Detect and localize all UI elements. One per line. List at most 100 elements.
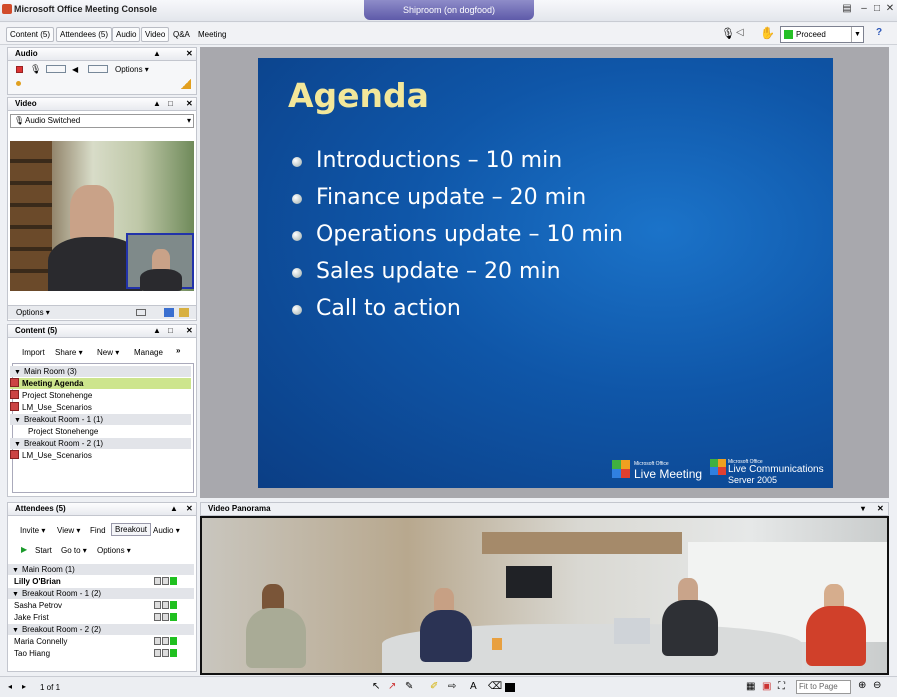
audio-options-label: Options — [115, 65, 143, 74]
collapse-icon[interactable]: ▲ — [170, 503, 178, 515]
microphone-icon[interactable]: 🎙 — [721, 27, 735, 40]
close-icon[interactable]: ✕ — [186, 98, 193, 110]
tab-audio[interactable]: Audio — [112, 27, 141, 42]
close-icon[interactable]: ✕ — [883, 2, 897, 16]
minimize-icon[interactable]: – — [857, 2, 871, 16]
collapse-icon[interactable]: ▲ — [153, 325, 161, 337]
attendee-room-group[interactable]: ▼ Breakout Room - 1 (2) — [8, 588, 194, 599]
video-options-button[interactable]: Options ▾ — [16, 308, 50, 317]
content-room-group[interactable]: ▼ Breakout Room - 1 (1) — [10, 414, 191, 425]
attendee-row[interactable]: Jake Frist — [14, 612, 194, 623]
laser-pointer-icon[interactable]: ↗ — [388, 681, 396, 692]
share-button[interactable]: Share ▾ — [55, 348, 83, 357]
attendees-panel-title: Attendees (5) — [15, 504, 66, 513]
new-button[interactable]: New ▾ — [97, 348, 119, 357]
content-item[interactable]: Meeting Agenda — [10, 378, 191, 389]
view-button[interactable]: View ▾ — [57, 526, 80, 535]
attendee-row[interactable]: Sasha Petrov — [14, 600, 194, 611]
start-button[interactable]: Start — [35, 546, 52, 555]
content-item[interactable]: Project Stonehenge — [10, 426, 191, 437]
manage-button[interactable]: Manage — [134, 348, 163, 357]
attendee-row[interactable]: Maria Connelly — [14, 636, 194, 647]
collapse-icon[interactable]: ▲ — [153, 48, 161, 60]
color-picker-icon[interactable] — [505, 683, 515, 692]
attendee-room-group[interactable]: ▼ Breakout Room - 2 (2) — [8, 624, 194, 635]
pen-tool-icon[interactable]: ✎ — [405, 681, 413, 692]
chevron-down-icon[interactable]: ▾ — [861, 503, 865, 515]
pointer-tool-icon[interactable]: ↖ — [372, 681, 380, 692]
layout-icon[interactable] — [164, 308, 174, 317]
highlighter-icon[interactable]: ✐ — [430, 681, 438, 692]
breakout-button[interactable]: Breakout — [111, 523, 152, 536]
collapse-icon[interactable]: ▲ — [153, 98, 161, 110]
fullscreen-icon[interactable]: ⛶ — [778, 681, 785, 692]
record-icon[interactable] — [16, 66, 23, 73]
keyboard-icon[interactable] — [136, 309, 146, 316]
maximize-icon[interactable]: □ — [870, 2, 884, 16]
status-bar: ◂ ▸ 1 of 1 ↖ ↗ ✎ ✐ ⇨ A ⌫ ▦ ▣ ⛶ Fit to Pa… — [0, 676, 897, 697]
prev-page-icon[interactable]: ◂ — [8, 682, 12, 691]
goto-button[interactable]: Go to ▾ — [61, 546, 87, 555]
window-menu-icon[interactable]: ▤ — [840, 2, 854, 16]
undock-icon[interactable]: □ — [168, 98, 173, 110]
annotations-icon[interactable]: ▣ — [762, 681, 771, 692]
expand-icon: ▼ — [12, 567, 19, 574]
content-room-group[interactable]: ▼ Breakout Room - 2 (1) — [10, 438, 191, 449]
next-page-icon[interactable]: ▸ — [22, 682, 26, 691]
tab-content[interactable]: Content (5) — [6, 27, 55, 42]
tab-qa[interactable]: Q&A — [169, 27, 194, 42]
tab-video[interactable]: Video — [141, 27, 170, 42]
content-room-group[interactable]: ▼ Main Room (3) — [10, 366, 191, 377]
video-mode-select[interactable]: 🎙 Audio Switched ▾ — [10, 114, 194, 128]
close-icon[interactable]: ✕ — [186, 325, 193, 337]
person-body — [806, 606, 866, 666]
eraser-icon[interactable]: ⌫ — [488, 681, 502, 692]
office-logo-icon — [612, 460, 630, 478]
attendee-room-group[interactable]: ▼ Main Room (1) — [8, 564, 194, 575]
content-item[interactable]: LM_Use_Scenarios — [10, 402, 191, 413]
attendee-options-button[interactable]: Options ▾ — [97, 546, 131, 555]
play-icon[interactable]: ▶ — [21, 545, 27, 554]
invite-label: Invite — [20, 526, 40, 535]
app-icon — [2, 4, 12, 14]
invite-button[interactable]: Invite ▾ — [20, 526, 45, 535]
tab-meeting[interactable]: Meeting — [194, 27, 230, 42]
close-icon[interactable]: ✕ — [186, 503, 193, 515]
chevron-down-icon[interactable]: ▼ — [851, 27, 863, 42]
content-panel-header: Content (5) ▲ □ ✕ — [7, 324, 197, 338]
find-button[interactable]: Find — [90, 526, 106, 535]
meeting-name-banner: Shiproom (on dogfood) — [364, 0, 534, 20]
more-icon[interactable]: » — [176, 346, 180, 355]
status-select[interactable]: Proceed ▼ — [780, 26, 864, 43]
raise-hand-icon[interactable]: ✋ — [760, 26, 775, 40]
text-tool-icon[interactable]: A — [470, 681, 477, 692]
attendee-status-icon — [154, 577, 178, 586]
zoom-out-icon[interactable]: ⊖ — [873, 680, 881, 691]
content-item[interactable]: Project Stonehenge — [10, 390, 191, 401]
mic-icon[interactable]: 🎙 — [30, 64, 41, 75]
goto-label: Go to — [61, 546, 81, 555]
speaker-icon[interactable]: ◁ — [736, 27, 744, 38]
arrow-tool-icon[interactable]: ⇨ — [448, 681, 456, 692]
close-icon[interactable]: ✕ — [877, 503, 884, 515]
people-icon[interactable] — [179, 308, 189, 317]
chevron-down-icon: ▾ — [186, 116, 191, 125]
attendees-audio-button[interactable]: Audio ▾ — [153, 526, 180, 535]
zoom-in-icon[interactable]: ⊕ — [858, 680, 866, 691]
presentation-icon — [10, 402, 19, 411]
speaker-icon[interactable]: ◀ — [72, 65, 78, 74]
zoom-select[interactable]: Fit to Page — [796, 680, 851, 694]
attendee-row[interactable]: Tao Hiang — [14, 648, 194, 659]
audio-panel: 🎙 ◀ Options ▾ — [7, 61, 197, 95]
bookshelf — [10, 141, 52, 291]
tab-attendees[interactable]: Attendees (5) — [56, 27, 113, 42]
attendee-row[interactable]: Lilly O'Brian — [14, 576, 194, 587]
import-button[interactable]: Import — [22, 348, 45, 357]
close-icon[interactable]: ✕ — [186, 48, 193, 60]
layout-icon[interactable]: ▦ — [746, 681, 755, 692]
slide-bullet: Finance update – 20 min — [292, 185, 586, 210]
undock-icon[interactable]: □ — [168, 325, 173, 337]
audio-options-button[interactable]: Options ▾ — [115, 65, 149, 74]
help-icon[interactable]: ? — [876, 27, 882, 38]
content-item[interactable]: LM_Use_Scenarios — [10, 450, 191, 461]
